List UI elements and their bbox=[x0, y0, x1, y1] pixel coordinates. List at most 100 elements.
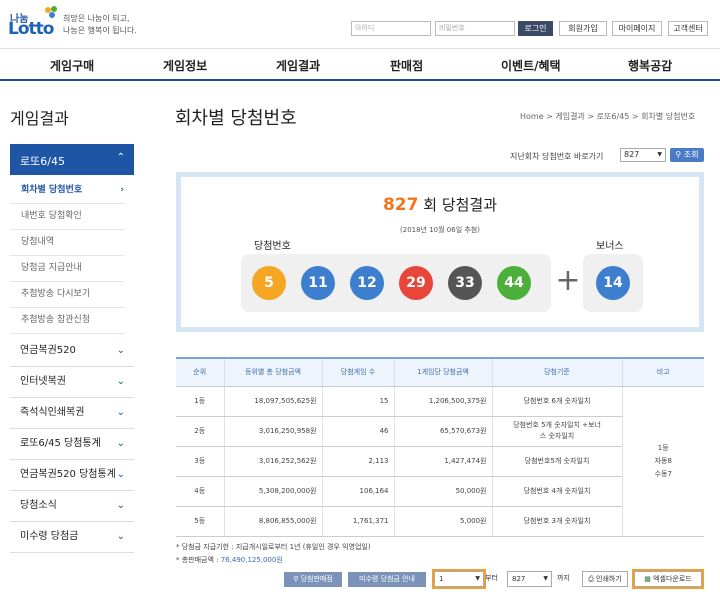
sidebar-item-label: 로또6/45 당첨통계 bbox=[20, 438, 101, 449]
print-icon: ⎙ bbox=[588, 575, 594, 583]
sidebar-item-label: 연금복권520 당첨통계 bbox=[20, 469, 116, 480]
sidebar-item-pension520[interactable]: 연금복권520 ⌄ bbox=[10, 336, 134, 367]
winners-cell: 46 bbox=[321, 416, 394, 447]
excel-download-label: 엑셀다운로드 bbox=[653, 575, 692, 583]
from-round-select[interactable]: 1 ▼ bbox=[432, 569, 486, 589]
sidebar-item-label: 미수령 당첨금 bbox=[20, 531, 79, 542]
winners-cell: 2,113 bbox=[321, 446, 394, 477]
ball: 12 bbox=[350, 266, 384, 300]
bonus-ball-area: 14 bbox=[583, 254, 643, 312]
rank-cell: 5등 bbox=[176, 506, 224, 537]
search-icon: ⚲ bbox=[293, 575, 299, 583]
nav-events[interactable]: 이벤트/혜택 bbox=[501, 57, 561, 74]
password-input[interactable]: 비밀번호 bbox=[435, 21, 515, 36]
total-prize-cell: 8,806,855,000원 bbox=[223, 506, 322, 537]
ball: 33 bbox=[448, 266, 482, 300]
ball: 29 bbox=[399, 266, 433, 300]
ball: 11 bbox=[301, 266, 335, 300]
excel-download-button[interactable]: ▦ 엑셀다운로드 bbox=[632, 569, 704, 589]
per-game-prize-cell: 1,427,474원 bbox=[393, 446, 492, 477]
subitem-replay[interactable]: 추첨방송 다시보기 bbox=[10, 282, 124, 308]
page-title: 회차별 당첨번호 bbox=[175, 108, 297, 129]
subitem-check-my-number[interactable]: 내번호 당첨확인 bbox=[10, 204, 124, 230]
signup-button[interactable]: 회원가입 bbox=[559, 21, 607, 36]
lotto-logo[interactable]: 나눔 Lotto bbox=[8, 3, 57, 39]
per-game-prize-cell: 65,570,673원 bbox=[393, 416, 492, 447]
table-header: 당첨게임 수 bbox=[321, 358, 394, 387]
note-total-sales: * 총판매금액 : 76,490,125,000원 bbox=[176, 554, 371, 567]
rank-cell: 3등 bbox=[176, 446, 224, 477]
login-button[interactable]: 로그인 bbox=[518, 21, 553, 36]
nav-results[interactable]: 게임결과 bbox=[276, 57, 320, 74]
nav-info[interactable]: 게임정보 bbox=[163, 57, 207, 74]
sidebar-item-lotto645[interactable]: 로또6/45 ⌃ bbox=[10, 144, 134, 175]
table-header: 당첨기준 bbox=[491, 358, 622, 387]
subitem-visit-request[interactable]: 추첨방송 참관신청 bbox=[10, 308, 124, 334]
winners-cell: 106,164 bbox=[321, 476, 394, 507]
sidebar-item-pension-stats[interactable]: 연금복권520 당첨통계 ⌄ bbox=[10, 460, 134, 491]
rank-cell: 2등 bbox=[176, 416, 224, 447]
search-button-label: 조회 bbox=[683, 150, 699, 159]
chevron-down-icon: ⌄ bbox=[116, 345, 125, 356]
round-select[interactable]: 827 ▼ bbox=[620, 148, 666, 162]
sidebar-item-instant[interactable]: 즉석식인쇄복권 ⌄ bbox=[10, 398, 134, 429]
sidebar-item-unclaimed[interactable]: 미수령 당첨금 ⌄ bbox=[10, 522, 134, 553]
slogan-line-1: 희망은 나눔이 되고, bbox=[63, 14, 130, 23]
winners-cell: 1,761,371 bbox=[321, 506, 394, 537]
winning-balls: 5 11 12 29 33 44 bbox=[241, 254, 551, 312]
unclaimed-guide-button[interactable]: 미수령 당첨금 안내 bbox=[348, 572, 426, 587]
sidebar-item-label: 당첨소식 bbox=[20, 500, 57, 511]
criteria-cell: 당첨번호 5개 숫자일치 +보너스 숫자일치 bbox=[491, 416, 622, 447]
dropdown-arrow-icon: ▼ bbox=[657, 151, 662, 158]
sidebar-item-label: 즉석식인쇄복권 bbox=[20, 407, 85, 418]
rank-cell: 1등 bbox=[176, 386, 224, 417]
sidebar-item-internet[interactable]: 인터넷복권 ⌄ bbox=[10, 367, 134, 398]
subitem-win-history[interactable]: 당첨내역 bbox=[10, 230, 124, 256]
plus-icon: + bbox=[555, 263, 581, 298]
notes: * 당첨금 지급기한 : 지급개시일로부터 1년 (휴일인 경우 익영업일) *… bbox=[176, 541, 371, 567]
nav-stores[interactable]: 판매점 bbox=[390, 57, 423, 74]
subitem-label: 회차별 당첨번호 bbox=[21, 185, 83, 195]
sidebar-item-label: 연금복권520 bbox=[20, 345, 76, 356]
winning-stores-label: 당첨판매점 bbox=[300, 575, 333, 583]
ball: 5 bbox=[252, 266, 286, 300]
nav-buy[interactable]: 게임구매 bbox=[50, 57, 94, 74]
logo-main-text: Lotto bbox=[8, 19, 54, 39]
total-sales-value: 76,490,125,000원 bbox=[220, 556, 283, 564]
per-game-prize-cell: 1,206,500,375원 bbox=[393, 386, 492, 417]
table-header: 1게임당 당첨금액 bbox=[393, 358, 492, 387]
search-button[interactable]: ⚲ 조회 bbox=[670, 148, 704, 162]
support-button[interactable]: 고객센터 bbox=[668, 21, 708, 36]
excel-icon: ▦ bbox=[644, 575, 651, 583]
to-label: 까지 bbox=[557, 574, 570, 582]
nav-happiness[interactable]: 행복공감 bbox=[628, 57, 672, 74]
criteria-cell: 당첨번호 6개 숫자일치 bbox=[491, 386, 622, 417]
jump-label: 지난회차 당첨번호 바로가기 bbox=[510, 152, 604, 161]
winning-stores-button[interactable]: ⚲ 당첨판매점 bbox=[284, 572, 342, 587]
table-header: 등위별 총 당첨금액 bbox=[223, 358, 322, 387]
sidebar-item-news[interactable]: 당첨소식 ⌄ bbox=[10, 491, 134, 522]
chevron-right-icon: › bbox=[120, 185, 124, 195]
criteria-cell: 당첨번호5개 숫자일치 bbox=[491, 446, 622, 477]
print-button[interactable]: ⎙ 인쇄하기 bbox=[582, 571, 628, 587]
id-input[interactable]: 아이디 bbox=[351, 21, 431, 36]
table-header: 비고 bbox=[621, 358, 704, 387]
to-round-select[interactable]: 827 ▼ bbox=[507, 571, 552, 587]
sidebar-item-lotto-stats[interactable]: 로또6/45 당첨통계 ⌄ bbox=[10, 429, 134, 460]
total-sales-label: * 총판매금액 : bbox=[176, 556, 221, 564]
table-header: 순위 bbox=[176, 358, 224, 387]
subitem-payment-guide[interactable]: 당첨금 지급안내 bbox=[10, 256, 124, 282]
remark-line: 자동8 bbox=[654, 456, 672, 465]
remarks-cell: 1등 자동8 수동7 bbox=[621, 386, 704, 537]
chevron-up-icon: ⌃ bbox=[116, 152, 125, 163]
chevron-down-icon: ⌄ bbox=[116, 500, 125, 511]
bonus-label: 보너스 bbox=[596, 241, 624, 252]
rank-cell: 4등 bbox=[176, 476, 224, 507]
chevron-down-icon: ⌄ bbox=[116, 531, 125, 542]
prize-table: 순위 등위별 총 당첨금액 당첨게임 수 1게임당 당첨금액 당첨기준 비고 1… bbox=[176, 357, 704, 537]
logo-balls-icon bbox=[45, 6, 57, 18]
criteria-cell: 당첨번호 3개 숫자일치 bbox=[491, 506, 622, 537]
mypage-button[interactable]: 마이페이지 bbox=[612, 21, 662, 36]
main-nav: 게임구매 게임정보 게임결과 판매점 이벤트/혜택 행복공감 bbox=[0, 48, 720, 81]
subitem-round-results[interactable]: 회차별 당첨번호 › bbox=[10, 178, 124, 204]
